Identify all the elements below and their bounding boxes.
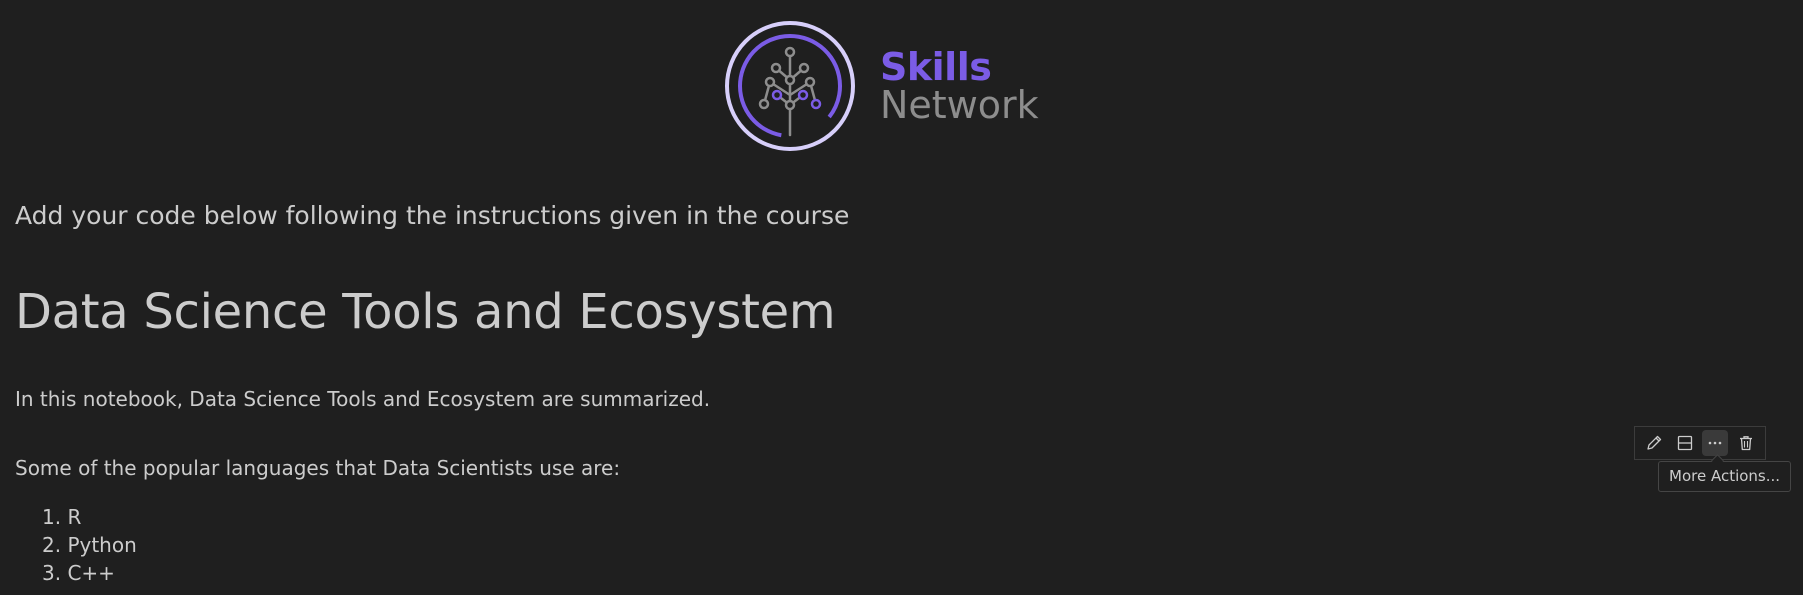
skills-network-logo: Skills Network — [724, 20, 1039, 152]
notebook-title: Data Science Tools and Ecosystem — [15, 284, 836, 340]
languages-heading: Some of the popular languages that Data … — [15, 456, 621, 480]
languages-list: 1. R 2. Python 3. C++ — [42, 503, 137, 587]
list-item: 3. C++ — [42, 561, 115, 585]
logo-line-network: Network — [880, 83, 1039, 127]
logo-wordmark: Skills Network — [880, 48, 1039, 124]
instruction-text: Add your code below following the instru… — [15, 201, 850, 230]
logo-line-skills: Skills — [880, 45, 992, 89]
ellipsis-icon — [1708, 441, 1722, 445]
more-actions-tooltip: More Actions... — [1658, 461, 1792, 492]
pencil-icon — [1647, 435, 1662, 450]
trash-icon — [1739, 436, 1752, 451]
list-item: 2. Python — [42, 533, 137, 557]
delete-cell-button[interactable] — [1733, 430, 1759, 456]
more-actions-button[interactable] — [1702, 430, 1729, 456]
split-cell-icon — [1677, 435, 1692, 451]
skills-network-tree-icon — [725, 21, 855, 151]
split-cell-button[interactable] — [1672, 430, 1698, 456]
intro-paragraph: In this notebook, Data Science Tools and… — [15, 387, 711, 411]
edit-cell-button[interactable] — [1641, 430, 1667, 456]
cell-toolbar — [1634, 426, 1766, 460]
notebook-page: Skills Network Add your code below follo… — [0, 0, 1803, 595]
list-item: 1. R — [42, 505, 82, 529]
